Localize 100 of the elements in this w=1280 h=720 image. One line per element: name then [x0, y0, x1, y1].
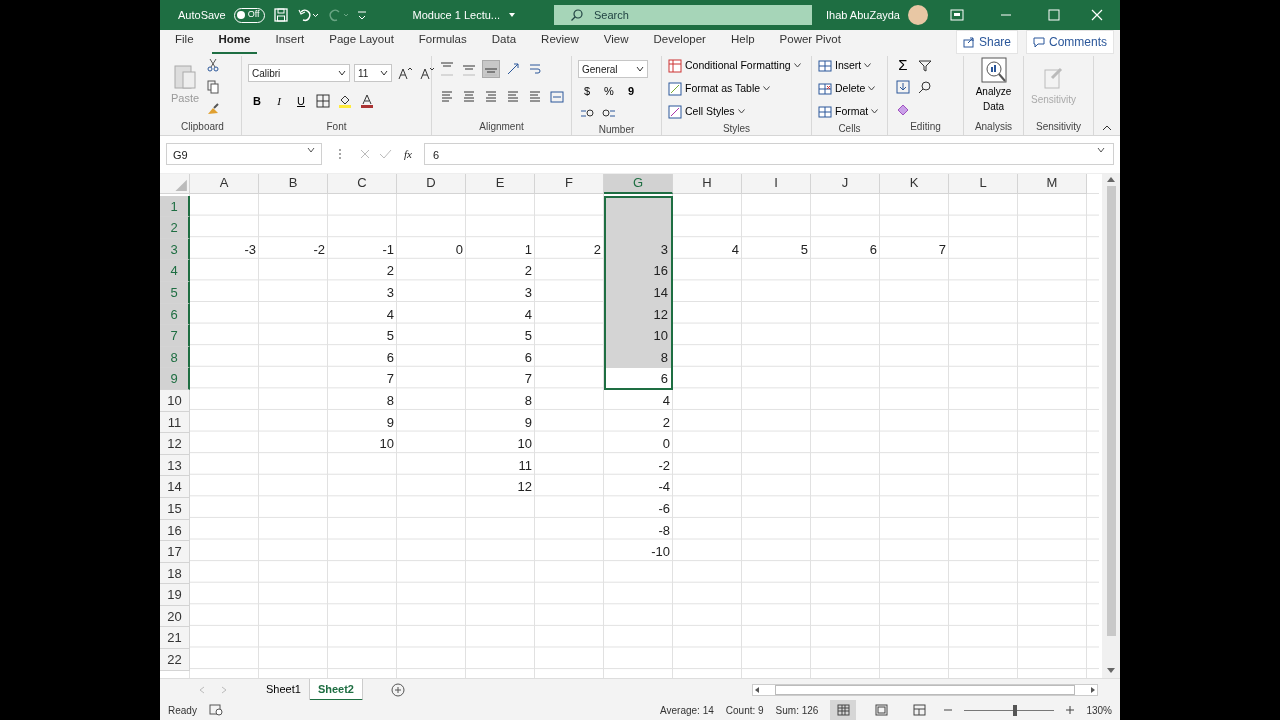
cell[interactable]: -2	[604, 454, 673, 477]
cell[interactable]: -6	[604, 497, 673, 520]
cell[interactable]: -4	[604, 476, 673, 498]
row-header[interactable]: 19	[160, 584, 190, 606]
cell[interactable]: 5	[742, 238, 811, 261]
row-header[interactable]: 18	[160, 562, 190, 585]
row-header[interactable]: 9	[160, 368, 190, 390]
zoom-in-icon[interactable]	[1066, 706, 1075, 714]
analyze-data-button[interactable]: Analyze Data	[970, 56, 1017, 114]
share-button[interactable]: Share	[955, 30, 1018, 54]
row-header[interactable]: 10	[160, 389, 190, 412]
row-header[interactable]: 21	[160, 627, 190, 650]
add-sheet-icon[interactable]	[390, 682, 405, 697]
menu-tab[interactable]: Page Layout	[322, 29, 401, 55]
column-header[interactable]: M	[1018, 174, 1087, 194]
cell[interactable]: 5	[466, 325, 535, 347]
menu-tab[interactable]: Review	[534, 29, 586, 55]
menu-tab[interactable]: Formulas	[411, 29, 474, 55]
row-header[interactable]: 16	[160, 519, 190, 542]
row-header[interactable]: 11	[160, 411, 190, 434]
menu-tab[interactable]: File	[168, 29, 201, 55]
row-header[interactable]: 5	[160, 281, 190, 304]
style-command[interactable]: Format as Table	[668, 79, 801, 98]
cell[interactable]: 1	[466, 238, 535, 261]
cell[interactable]: 6	[811, 238, 880, 261]
font-size-field[interactable]: 11	[354, 64, 392, 82]
row-header[interactable]: 14	[160, 476, 190, 498]
row-header[interactable]: 1	[160, 195, 190, 218]
column-header[interactable]: K	[880, 174, 949, 194]
menu-tab[interactable]: Data	[484, 29, 524, 55]
cell[interactable]: 2	[328, 260, 397, 282]
cell[interactable]: -1	[328, 238, 397, 261]
document-title[interactable]: Moduce 1 Lectu...	[412, 6, 500, 24]
style-command[interactable]: Cell Styles	[668, 102, 801, 121]
cell[interactable]: 7	[328, 368, 397, 390]
cells-command[interactable]: Delete	[818, 79, 879, 98]
underline-button[interactable]: U	[292, 92, 310, 110]
cell[interactable]: 8	[466, 389, 535, 412]
column-header[interactable]: D	[397, 174, 466, 194]
cell[interactable]: 6	[466, 346, 535, 369]
row-header[interactable]: 6	[160, 303, 190, 326]
currency-button[interactable]: $	[578, 82, 596, 100]
cell[interactable]: 10	[466, 433, 535, 455]
name-box[interactable]: G9	[166, 143, 322, 165]
collapse-icon[interactable]	[1102, 125, 1112, 131]
column-header[interactable]: E	[466, 174, 535, 194]
bold-button[interactable]: B	[248, 92, 266, 110]
cell[interactable]: 3	[328, 281, 397, 304]
column-header[interactable]: I	[742, 174, 811, 194]
font-color-button[interactable]	[358, 92, 376, 110]
undo-icon[interactable]	[296, 7, 319, 23]
row-header[interactable]: 13	[160, 454, 190, 477]
cell[interactable]: 4	[328, 303, 397, 326]
row-header[interactable]: 15	[160, 497, 190, 520]
merge-center-button[interactable]	[548, 88, 566, 106]
row-header[interactable]: 3	[160, 238, 190, 261]
style-command[interactable]: Conditional Formatting	[668, 56, 801, 75]
cell[interactable]: 9	[466, 411, 535, 434]
column-header[interactable]: C	[328, 174, 397, 194]
cell[interactable]: -10	[604, 541, 673, 563]
active-cell[interactable]: 6	[604, 368, 673, 390]
menu-tab[interactable]: View	[596, 29, 636, 55]
cell[interactable]: 5	[328, 325, 397, 347]
comma-style-button[interactable]: 9	[622, 82, 640, 100]
cell[interactable]: 7	[880, 238, 949, 261]
cell[interactable]: 3	[466, 281, 535, 304]
cell[interactable]: 2	[535, 238, 604, 261]
scrollbar-thumb[interactable]	[775, 684, 1075, 695]
user-name[interactable]: Ihab AbuZayda	[826, 6, 900, 24]
cell[interactable]: 7	[466, 368, 535, 390]
caret-icon[interactable]	[508, 11, 516, 19]
column-header[interactable]: F	[535, 174, 604, 194]
cells-command[interactable]: Insert	[818, 56, 879, 75]
cell[interactable]: 0	[397, 238, 466, 261]
sheet-tab[interactable]: Sheet2	[309, 678, 363, 701]
cell[interactable]: 9	[328, 411, 397, 434]
font-name-field[interactable]: Calibri	[248, 64, 350, 82]
scrollbar-thumb[interactable]	[1106, 186, 1116, 636]
cell[interactable]: 0	[604, 433, 673, 455]
expand-icon[interactable]	[1097, 147, 1105, 153]
scroll-up-icon[interactable]	[1107, 176, 1115, 182]
zoom-slider-thumb[interactable]	[1012, 704, 1017, 716]
row-header[interactable]: 20	[160, 605, 190, 628]
cell[interactable]: 11	[466, 454, 535, 477]
row-header[interactable]: 22	[160, 649, 190, 671]
fill-button[interactable]	[894, 78, 912, 96]
row-header[interactable]: 7	[160, 325, 190, 347]
formula-field[interactable]: 6	[423, 143, 1114, 165]
row-header[interactable]: 2	[160, 217, 190, 239]
cell[interactable]: -3	[190, 238, 259, 261]
borders-button[interactable]	[314, 92, 332, 110]
selected-cell[interactable]	[604, 195, 673, 218]
cell[interactable]: 2	[604, 411, 673, 434]
cell[interactable]: 4	[604, 389, 673, 412]
cell[interactable]: -2	[259, 238, 328, 261]
scroll-left-icon[interactable]	[753, 685, 761, 694]
column-header[interactable]: J	[811, 174, 880, 194]
cell[interactable]: 4	[673, 238, 742, 261]
selected-cell[interactable]: 3	[604, 238, 673, 261]
cell[interactable]: 8	[328, 389, 397, 412]
